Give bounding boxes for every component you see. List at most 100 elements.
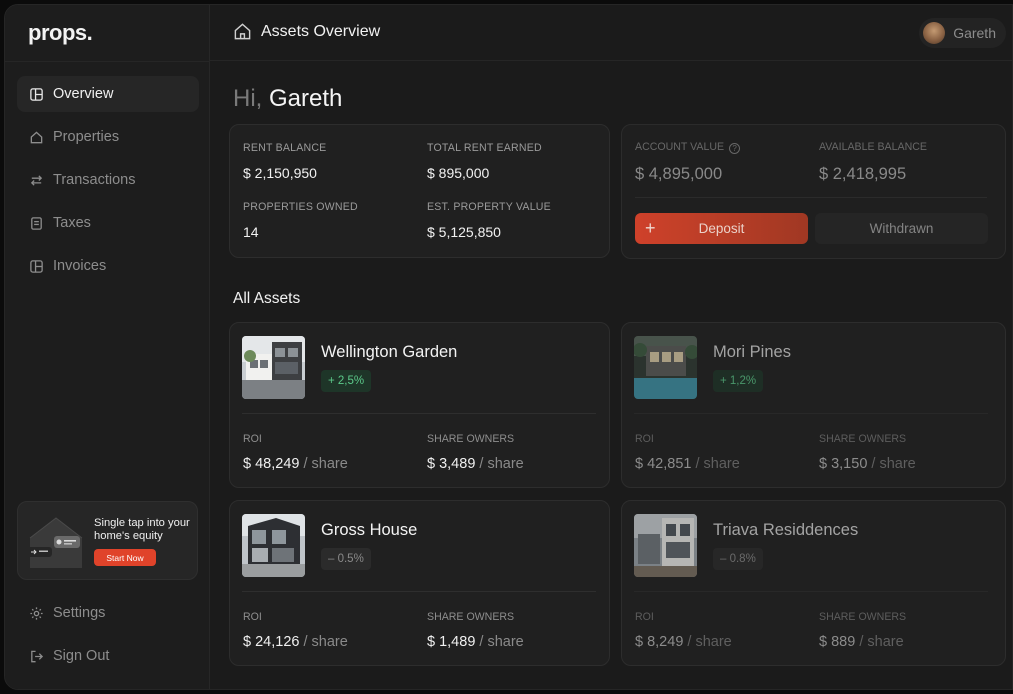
receipt-icon (31, 216, 42, 230)
user-name: Gareth (953, 25, 996, 41)
unit-label: / share (303, 634, 348, 650)
top-header: Assets Overview Gareth (210, 5, 1012, 61)
property-thumbnail (634, 336, 697, 399)
owners-amount: $ 1,489 (427, 634, 476, 650)
sidebar-item-label: Taxes (53, 215, 91, 231)
asset-divider (634, 591, 988, 592)
asset-name: Wellington Garden (321, 343, 458, 361)
sidebar-item-label: Properties (53, 129, 120, 145)
promo-card: Single tap into your home's equity Start… (17, 501, 198, 580)
roi-label: ROI (243, 611, 262, 623)
asset-card-triava-residdences[interactable]: Triava Residdences – 0.8% ROI $ 8,249 / … (621, 500, 1006, 666)
est-value-value: $ 5,125,850 (427, 224, 501, 240)
gear-icon (30, 606, 43, 620)
deposit-button[interactable]: + Deposit (635, 213, 808, 244)
roi-value: $ 24,126 / share (243, 634, 348, 650)
arrows-icon (30, 174, 43, 186)
sidebar-item-properties[interactable]: Properties (17, 119, 199, 155)
share-owners-label: SHARE OWNERS (427, 611, 515, 623)
roi-value: $ 8,249 / share (635, 634, 732, 650)
est-value-label: EST. PROPERTY VALUE (427, 201, 551, 213)
roi-amount: $ 48,249 (243, 456, 300, 472)
roi-amount: $ 42,851 (635, 456, 692, 472)
change-badge: + 1,2% (713, 370, 764, 392)
roi-label: ROI (635, 611, 654, 623)
house-illustration-icon (26, 517, 83, 568)
account-value-label-text: ACCOUNT VALUE (635, 141, 725, 153)
account-value: $ 4,895,000 (635, 165, 723, 183)
greeting-name: Gareth (269, 85, 343, 112)
asset-name: Mori Pines (713, 343, 791, 361)
invoice-icon (30, 259, 43, 273)
plus-icon: + (645, 218, 656, 238)
properties-owned-value: 14 (243, 224, 259, 240)
unit-label: / share (479, 634, 524, 650)
sidebar-item-label: Invoices (53, 258, 107, 274)
all-assets-title: All Assets (233, 290, 301, 307)
share-owners-value: $ 3,489 / share (427, 456, 524, 472)
asset-name: Triava Residdences (713, 521, 859, 539)
change-badge: + 2,5% (321, 370, 372, 392)
account-value-label: ACCOUNT VALUE? (635, 141, 741, 154)
roi-value: $ 48,249 / share (243, 456, 348, 472)
asset-divider (242, 591, 596, 592)
total-rent-label: TOTAL RENT EARNED (427, 142, 542, 154)
account-card: ACCOUNT VALUE? $ 4,895,000 AVAILABLE BAL… (621, 124, 1006, 259)
unit-label: / share (695, 456, 740, 472)
sidebar-item-sign-out[interactable]: Sign Out (17, 638, 199, 674)
user-menu[interactable]: Gareth (919, 18, 1006, 48)
rent-balance-label: RENT BALANCE (243, 142, 327, 154)
change-badge: – 0.5% (321, 548, 371, 570)
sidebar-item-label: Sign Out (53, 648, 110, 664)
layout-icon (30, 87, 43, 101)
sidebar-item-settings[interactable]: Settings (17, 595, 199, 631)
sidebar: props. Overview Properties Transactions … (5, 5, 210, 689)
start-now-button[interactable]: Start Now (94, 549, 156, 566)
page-title: Assets Overview (261, 23, 381, 40)
asset-card-wellington-garden[interactable]: Wellington Garden + 2,5% ROI $ 48,249 / … (229, 322, 610, 488)
roi-label: ROI (635, 433, 654, 445)
deposit-label: Deposit (698, 221, 745, 236)
sidebar-item-label: Overview (53, 86, 114, 102)
sidebar-item-label: Settings (53, 605, 106, 621)
sidebar-item-taxes[interactable]: Taxes (17, 205, 199, 241)
share-owners-label: SHARE OWNERS (427, 433, 515, 445)
sidebar-item-overview[interactable]: Overview (17, 76, 199, 112)
asset-name: Gross House (321, 521, 418, 539)
asset-divider (634, 413, 988, 414)
owners-amount: $ 889 (819, 634, 856, 650)
property-thumbnail (242, 336, 305, 399)
info-icon[interactable]: ? (729, 143, 741, 154)
home-icon (30, 130, 43, 143)
asset-divider (242, 413, 596, 414)
promo-text: Single tap into your home's equity (94, 517, 190, 542)
app-window: props. Overview Properties Transactions … (4, 4, 1013, 690)
properties-owned-label: PROPERTIES OWNED (243, 201, 358, 213)
sidebar-item-invoices[interactable]: Invoices (17, 248, 199, 284)
property-thumbnail (634, 514, 697, 577)
sidebar-divider (5, 61, 210, 62)
property-thumbnail (242, 514, 305, 577)
account-divider (635, 197, 987, 198)
roi-label: ROI (243, 433, 262, 445)
owners-amount: $ 3,150 (819, 456, 868, 472)
share-owners-value: $ 1,489 / share (427, 634, 524, 650)
app-logo: props. (28, 20, 93, 45)
asset-card-gross-house[interactable]: Gross House – 0.5% ROI $ 24,126 / share … (229, 500, 610, 666)
withdraw-button[interactable]: Withdrawn (815, 213, 988, 244)
sidebar-item-transactions[interactable]: Transactions (17, 162, 199, 198)
available-balance-label: AVAILABLE BALANCE (819, 141, 927, 153)
avatar (923, 22, 946, 44)
share-owners-value: $ 889 / share (819, 634, 904, 650)
unit-label: / share (303, 456, 348, 472)
roi-amount: $ 24,126 (243, 634, 300, 650)
share-owners-label: SHARE OWNERS (819, 433, 907, 445)
rent-balance-value: $ 2,150,950 (243, 165, 317, 181)
share-owners-value: $ 3,150 / share (819, 456, 916, 472)
summary-card: RENT BALANCE $ 2,150,950 TOTAL RENT EARN… (229, 124, 610, 258)
asset-card-mori-pines[interactable]: Mori Pines + 1,2% ROI $ 42,851 / share S… (621, 322, 1006, 488)
sign-out-icon (31, 650, 44, 662)
roi-value: $ 42,851 / share (635, 456, 740, 472)
owners-amount: $ 3,489 (427, 456, 476, 472)
unit-label: / share (871, 456, 916, 472)
